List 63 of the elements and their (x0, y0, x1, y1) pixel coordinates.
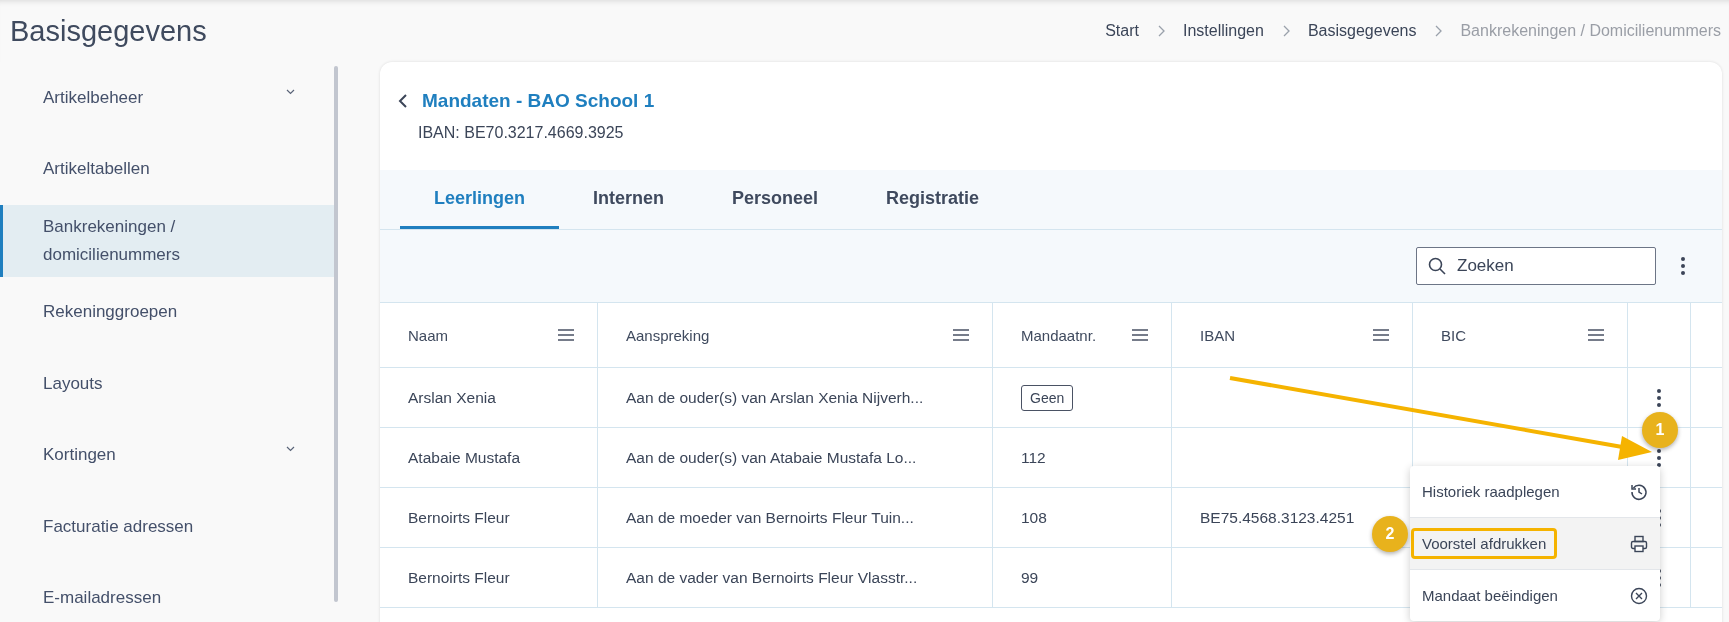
chevron-right-icon (1156, 25, 1165, 37)
tab[interactable]: Registratie (852, 170, 1014, 229)
sidebar-item[interactable]: Artikelbeheer (0, 62, 335, 134)
more-icon[interactable] (1680, 256, 1686, 276)
sidebar-item[interactable]: Facturatie adressen (0, 491, 335, 563)
table-cell: 99 (1021, 568, 1039, 587)
tab[interactable]: Internen (559, 170, 699, 229)
page-title: Basisgegevens (10, 14, 207, 48)
sidebar-item[interactable]: Bankrekeningen / domicilienummers (0, 205, 335, 277)
table-cell: Arslan Xenia (408, 388, 496, 407)
cancel-icon (1630, 586, 1648, 605)
table-cell: BE75.4568.3123.4251 (1200, 508, 1355, 527)
table-cell: 112 (1021, 448, 1046, 467)
status-tag: Geen (1021, 384, 1074, 411)
column-header[interactable]: Aanspreking (598, 303, 993, 367)
iban-text: IBAN: BE70.3217.4669.3925 (418, 124, 625, 142)
breadcrumb-link[interactable]: Basisgegevens (1307, 22, 1417, 40)
column-title: Naam (408, 326, 448, 344)
menu-icon[interactable] (557, 328, 575, 342)
menu-icon[interactable] (1131, 328, 1149, 342)
column-title: Aanspreking (626, 326, 710, 344)
sidebar-item[interactable]: E-mailadressen (0, 562, 335, 622)
history-icon (1630, 482, 1648, 501)
table-cell: Bernoirts Fleur (408, 508, 510, 527)
breadcrumb-link[interactable]: Start (1105, 22, 1139, 40)
more-icon[interactable] (1656, 387, 1662, 408)
column-header[interactable]: BIC (1413, 303, 1628, 367)
menu-label: Mandaat beëindigen (1422, 586, 1558, 606)
column-title: Mandaatnr. (1021, 326, 1097, 344)
table-cell: Aan de vader van Bernoirts Fleur Vlasstr... (626, 568, 918, 587)
table-cell: 108 (1021, 508, 1047, 527)
sidebar-item[interactable]: Artikeltabellen (0, 133, 335, 205)
menu-icon[interactable] (1372, 328, 1390, 342)
search-icon (1428, 257, 1446, 275)
card-title: Mandaten - BAO School 1 (422, 90, 655, 112)
menu-label: Historiek raadplegen (1422, 482, 1560, 502)
column-header[interactable]: IBAN (1172, 303, 1413, 367)
menu-item[interactable]: Mandaat beëindigen (1410, 570, 1660, 621)
tab[interactable]: Personeel (698, 170, 853, 229)
table-cell: Aan de ouder(s) van Arslan Xenia Nijverh... (626, 388, 924, 407)
column-title: IBAN (1200, 326, 1235, 344)
menu-icon[interactable] (1587, 328, 1605, 342)
table-cell: Bernoirts Fleur (408, 568, 510, 587)
printer-icon (1630, 534, 1648, 553)
menu-icon[interactable] (952, 328, 970, 342)
column-title: BIC (1441, 326, 1466, 344)
back-icon[interactable] (398, 93, 408, 109)
highlight-frame: Voorstel afdrukken (1411, 528, 1558, 559)
chevron-right-icon (1434, 25, 1443, 37)
sidebar-item[interactable]: Kortingen (0, 419, 335, 491)
column-header[interactable]: Naam (380, 303, 598, 367)
more-icon[interactable] (1656, 447, 1662, 468)
chevron-right-icon (1281, 25, 1290, 37)
column-header[interactable]: Mandaatnr. (993, 303, 1172, 367)
search-field[interactable]: Zoeken (1416, 247, 1656, 285)
table-cell: Atabaie Mustafa (408, 448, 520, 467)
breadcrumb-link[interactable]: Instellingen (1182, 22, 1264, 40)
menu-item[interactable]: Voorstel afdrukken (1410, 518, 1660, 570)
table-cell: Aan de ouder(s) van Atabaie Mustafa Lo... (626, 448, 917, 467)
table-cell: Aan de moeder van Bernoirts Fleur Tuin... (626, 508, 914, 527)
sidebar-item[interactable]: Layouts (0, 348, 335, 420)
scrollbar[interactable] (334, 66, 338, 602)
sidebar-item[interactable]: Rekeninggroepen (0, 276, 335, 348)
